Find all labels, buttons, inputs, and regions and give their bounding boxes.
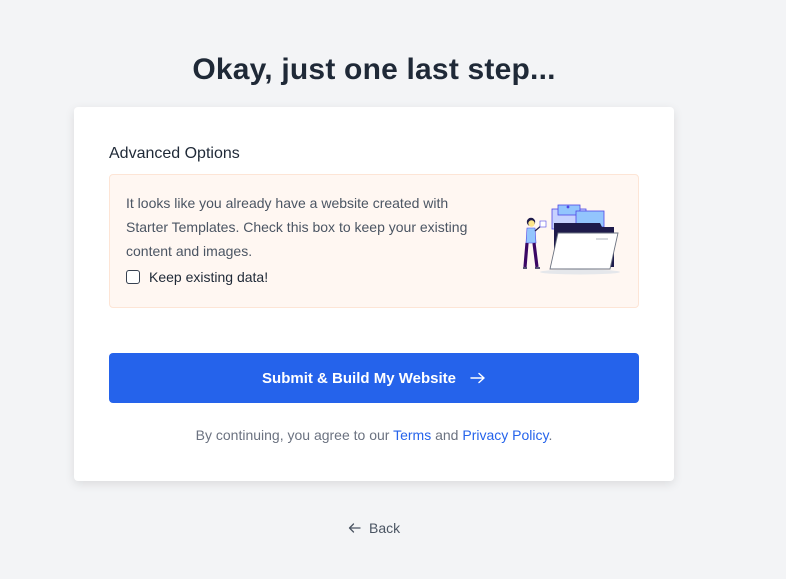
submit-button-label: Submit & Build My Website	[262, 369, 456, 387]
consent-prefix: By continuing, you agree to our	[195, 427, 390, 443]
keep-existing-data-option[interactable]: Keep existing data!	[126, 269, 268, 285]
existing-site-notice: It looks like you already have a website…	[109, 174, 639, 308]
keep-existing-data-checkbox[interactable]	[126, 270, 140, 284]
submit-build-website-button[interactable]: Submit & Build My Website	[109, 353, 639, 403]
terms-link[interactable]: Terms	[393, 427, 431, 443]
back-link[interactable]: Back	[348, 520, 400, 536]
folder-documents-person-illustration	[523, 204, 620, 275]
arrow-left-icon	[348, 523, 361, 533]
advanced-options-heading: Advanced Options	[109, 145, 240, 162]
page-title: Okay, just one last step...	[192, 53, 556, 86]
arrow-right-icon	[470, 372, 486, 384]
keep-existing-data-label[interactable]: Keep existing data!	[149, 269, 268, 285]
back-label[interactable]: Back	[369, 520, 400, 536]
consent-and: and	[435, 427, 459, 443]
consent-suffix: .	[548, 427, 553, 443]
privacy-policy-link[interactable]: Privacy Policy	[462, 427, 548, 443]
notice-text: It looks like you already have a website…	[126, 195, 468, 259]
consent-text: By continuing, you agree to our Terms an…	[74, 427, 674, 443]
options-card: Advanced Options It looks like you alrea…	[74, 107, 674, 481]
